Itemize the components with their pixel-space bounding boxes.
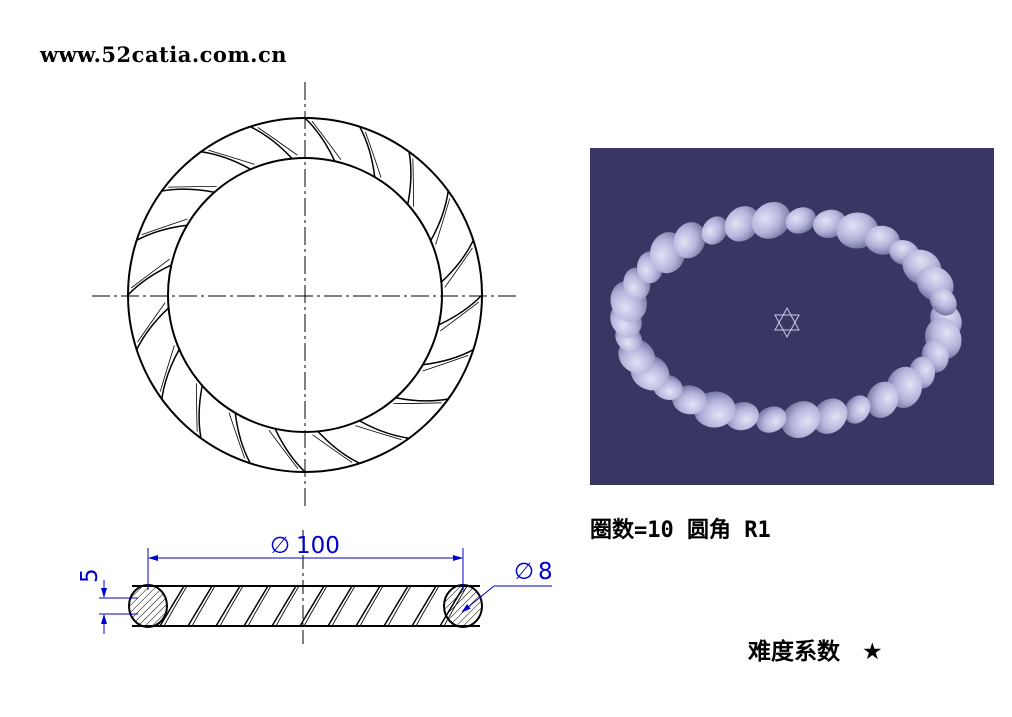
rope-ring-3d-render bbox=[610, 201, 962, 439]
star-icon: ★ bbox=[862, 639, 883, 665]
dim-value-main: 100 bbox=[296, 533, 340, 559]
centerlines bbox=[92, 82, 518, 510]
dim-symbol-wire: ∅ bbox=[514, 559, 534, 585]
difficulty-rating: 难度系数 ★ bbox=[748, 632, 883, 666]
dim-symbol-main: ∅ bbox=[270, 533, 290, 559]
difficulty-label: 难度系数 bbox=[748, 639, 840, 665]
dim-value-height: 5 bbox=[77, 568, 103, 583]
axis-star-icon bbox=[774, 306, 800, 339]
spec-parameters: 圈数=10 圆角 R1 bbox=[590, 518, 771, 543]
section-hatches bbox=[128, 584, 483, 628]
rope-ring-side-view bbox=[132, 585, 480, 627]
dimension-diameter-100: ∅ 100 bbox=[147, 533, 464, 590]
render-viewport bbox=[590, 148, 994, 485]
dim-value-wire: 8 bbox=[538, 559, 553, 585]
